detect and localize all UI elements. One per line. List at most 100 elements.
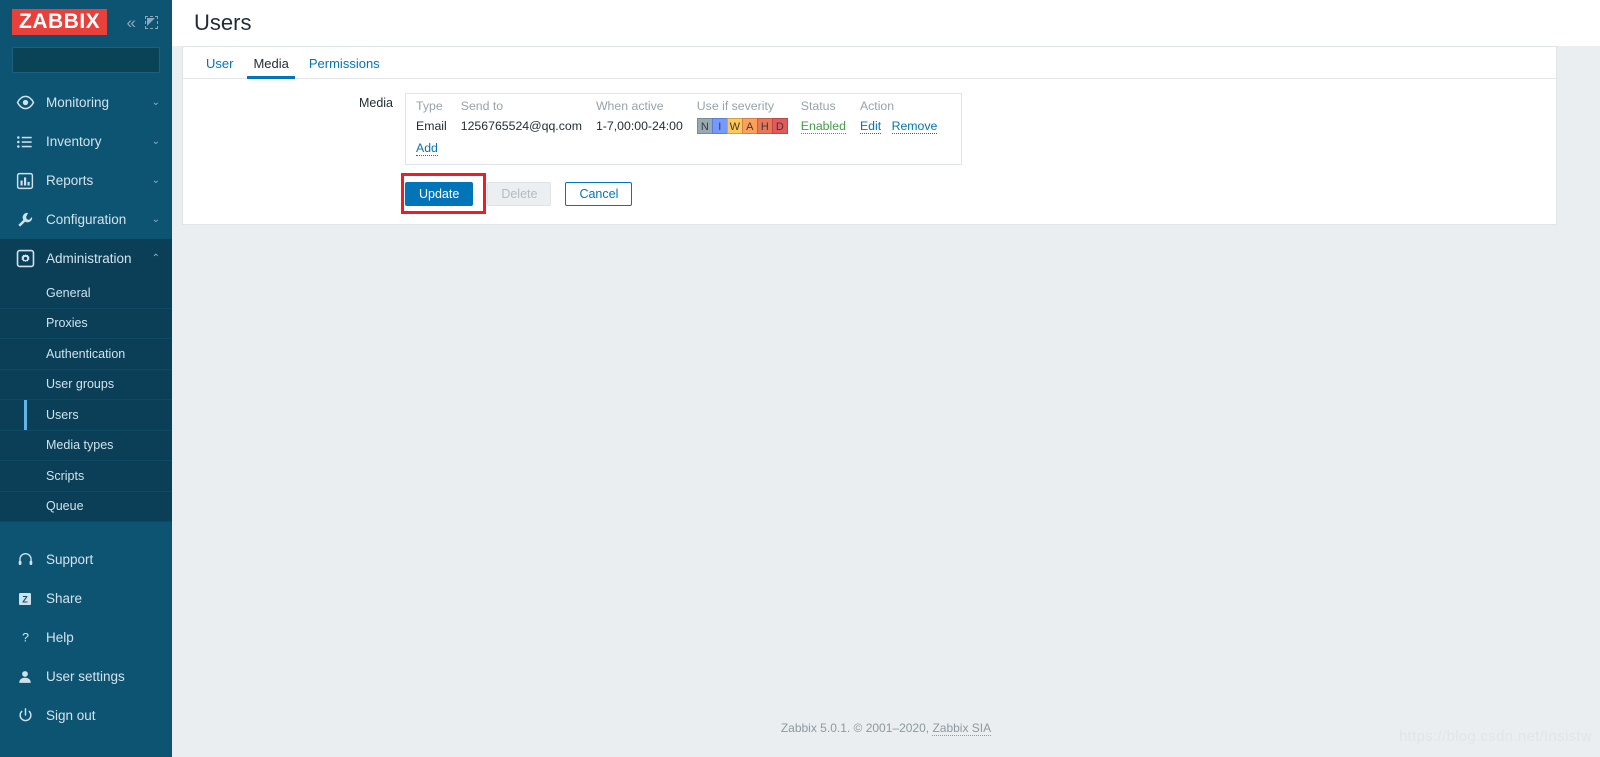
cell-when-active: 1-7,00:00-24:00	[595, 119, 683, 133]
cell-send-to: 1256765524@qq.com	[460, 119, 582, 133]
update-button[interactable]: Update	[405, 182, 474, 206]
column-header-when-active: When active	[595, 99, 664, 113]
app-root: ZABBIX « Monitoring ⌄ Inventory ⌄ Report…	[0, 0, 1600, 757]
sidebar-subitem-label: General	[46, 285, 91, 300]
sidebar-item-support[interactable]: Support	[0, 540, 172, 579]
sidebar-subitem-proxies[interactable]: Proxies	[0, 309, 172, 339]
sidebar-bottom-nav: Support Z Share ? Help User settings Sig…	[0, 540, 172, 735]
compact-view-icon[interactable]	[145, 15, 158, 29]
sidebar-item-label: Share	[46, 591, 83, 606]
sidebar: ZABBIX « Monitoring ⌄ Inventory ⌄ Report…	[0, 0, 172, 757]
sidebar-item-label: User settings	[46, 669, 125, 684]
sidebar-item-configuration[interactable]: Configuration ⌄	[0, 200, 172, 239]
add-media-link[interactable]: Add	[416, 141, 438, 156]
sidebar-subitem-media-types[interactable]: Media types	[0, 431, 172, 461]
sidebar-item-administration[interactable]: Administration ⌃	[0, 239, 172, 278]
chevron-down-icon: ⌄	[151, 97, 160, 108]
sidebar-subitem-label: Proxies	[46, 316, 88, 331]
media-form-row: Media Type Send to When active Use if se…	[183, 93, 1556, 165]
column-header-status: Status	[800, 99, 836, 113]
administration-submenu: General Proxies Authentication User grou…	[0, 278, 172, 522]
chevron-down-icon: ⌄	[151, 136, 160, 147]
chevron-up-icon: ⌃	[151, 253, 160, 264]
cell-severity: NIWAHD	[696, 117, 801, 136]
cell-status: Enabled	[800, 117, 860, 136]
sidebar-header: ZABBIX «	[0, 0, 172, 44]
zabbix-share-icon: Z	[14, 588, 36, 610]
sidebar-subitem-general[interactable]: General	[0, 278, 172, 309]
edit-link[interactable]: Edit	[859, 119, 882, 134]
sidebar-subitem-queue[interactable]: Queue	[0, 492, 172, 522]
question-mark-icon: ?	[14, 627, 36, 649]
svg-text:Z: Z	[22, 594, 28, 604]
sidebar-item-label: Configuration	[46, 212, 127, 227]
sidebar-subitem-label: Scripts	[46, 468, 85, 483]
zabbix-logo: ZABBIX	[12, 9, 108, 35]
sidebar-item-label: Inventory	[46, 134, 102, 149]
footer-text: Zabbix 5.0.1. © 2001–2020,	[780, 721, 933, 735]
sidebar-item-label: Administration	[46, 251, 132, 266]
sidebar-search[interactable]	[12, 47, 172, 73]
media-table-container: Type Send to When active Use if severity…	[405, 93, 963, 165]
sidebar-item-reports[interactable]: Reports ⌄	[0, 161, 172, 200]
wrench-icon	[14, 209, 36, 231]
gear-icon	[14, 248, 36, 270]
sidebar-subitem-scripts[interactable]: Scripts	[0, 461, 172, 492]
search-input[interactable]	[20, 52, 172, 68]
cell-add: Add	[416, 136, 951, 158]
sidebar-subitem-user-groups[interactable]: User groups	[0, 370, 172, 400]
chevron-down-icon: ⌄	[151, 175, 160, 186]
sidebar-item-monitoring[interactable]: Monitoring ⌄	[0, 83, 172, 122]
media-field-label: Media	[358, 96, 393, 110]
chevrons-left-icon[interactable]: «	[127, 14, 136, 31]
sidebar-subitem-label: Users	[46, 407, 79, 422]
chevron-down-icon: ⌄	[151, 214, 160, 225]
list-icon	[14, 131, 36, 153]
column-header-use-if-severity: Use if severity	[696, 99, 775, 113]
cancel-button[interactable]: Cancel	[565, 182, 633, 206]
table-header-row: Type Send to When active Use if severity…	[416, 98, 951, 117]
main-content: Users User Media Permissions Media Type …	[172, 0, 1600, 757]
sidebar-subitem-label: Authentication	[46, 346, 126, 361]
sidebar-subitem-authentication[interactable]: Authentication	[0, 339, 172, 370]
tab-permissions[interactable]: Permissions	[299, 56, 390, 78]
sidebar-item-user-settings[interactable]: User settings	[0, 657, 172, 696]
sidebar-item-label: Sign out	[46, 708, 96, 723]
tab-user[interactable]: User	[196, 56, 243, 78]
sidebar-item-label: Monitoring	[46, 95, 110, 110]
severity-badge-information: I	[711, 118, 728, 134]
page-header: Users	[172, 0, 1600, 46]
severity-badge-not-classified: N	[696, 118, 713, 134]
footer-link[interactable]: Zabbix SIA	[932, 721, 992, 736]
remove-link[interactable]: Remove	[891, 119, 938, 134]
bar-chart-icon	[14, 170, 36, 192]
status-badge[interactable]: Enabled	[800, 119, 846, 134]
tab-media[interactable]: Media	[243, 56, 298, 79]
sidebar-subitem-users[interactable]: Users	[0, 400, 172, 431]
sidebar-item-sign-out[interactable]: Sign out	[0, 696, 172, 735]
sidebar-item-label: Support	[46, 552, 94, 567]
sidebar-item-help[interactable]: ? Help	[0, 618, 172, 657]
sidebar-subitem-label: User groups	[46, 377, 115, 392]
eye-icon	[14, 92, 36, 114]
sidebar-item-inventory[interactable]: Inventory ⌄	[0, 122, 172, 161]
page-title: Users	[194, 10, 252, 35]
column-header-action: Action	[859, 99, 895, 113]
severity-badge-high: H	[756, 118, 773, 134]
svg-text:?: ?	[21, 630, 28, 645]
footer: Zabbix 5.0.1. © 2001–2020, Zabbix SIA	[172, 721, 1600, 736]
severity-badge-disaster: D	[771, 118, 788, 134]
sidebar-item-share[interactable]: Z Share	[0, 579, 172, 618]
column-header-send-to: Send to	[460, 99, 504, 113]
column-header-type: Type	[416, 99, 443, 113]
user-form-panel: User Media Permissions Media Type Send t…	[182, 46, 1557, 225]
cell-action: Edit Remove	[859, 117, 951, 136]
delete-button: Delete	[487, 182, 552, 206]
content-wrapper: User Media Permissions Media Type Send t…	[172, 46, 1600, 225]
severity-badge-warning: W	[726, 118, 743, 134]
table-row: Email 1256765524@qq.com 1-7,00:00-24:00 …	[416, 117, 951, 136]
headset-icon	[14, 549, 36, 571]
form-buttons: Update Delete Cancel	[401, 173, 1556, 214]
sidebar-subitem-label: Queue	[46, 499, 84, 514]
media-table: Type Send to When active Use if severity…	[416, 98, 951, 158]
